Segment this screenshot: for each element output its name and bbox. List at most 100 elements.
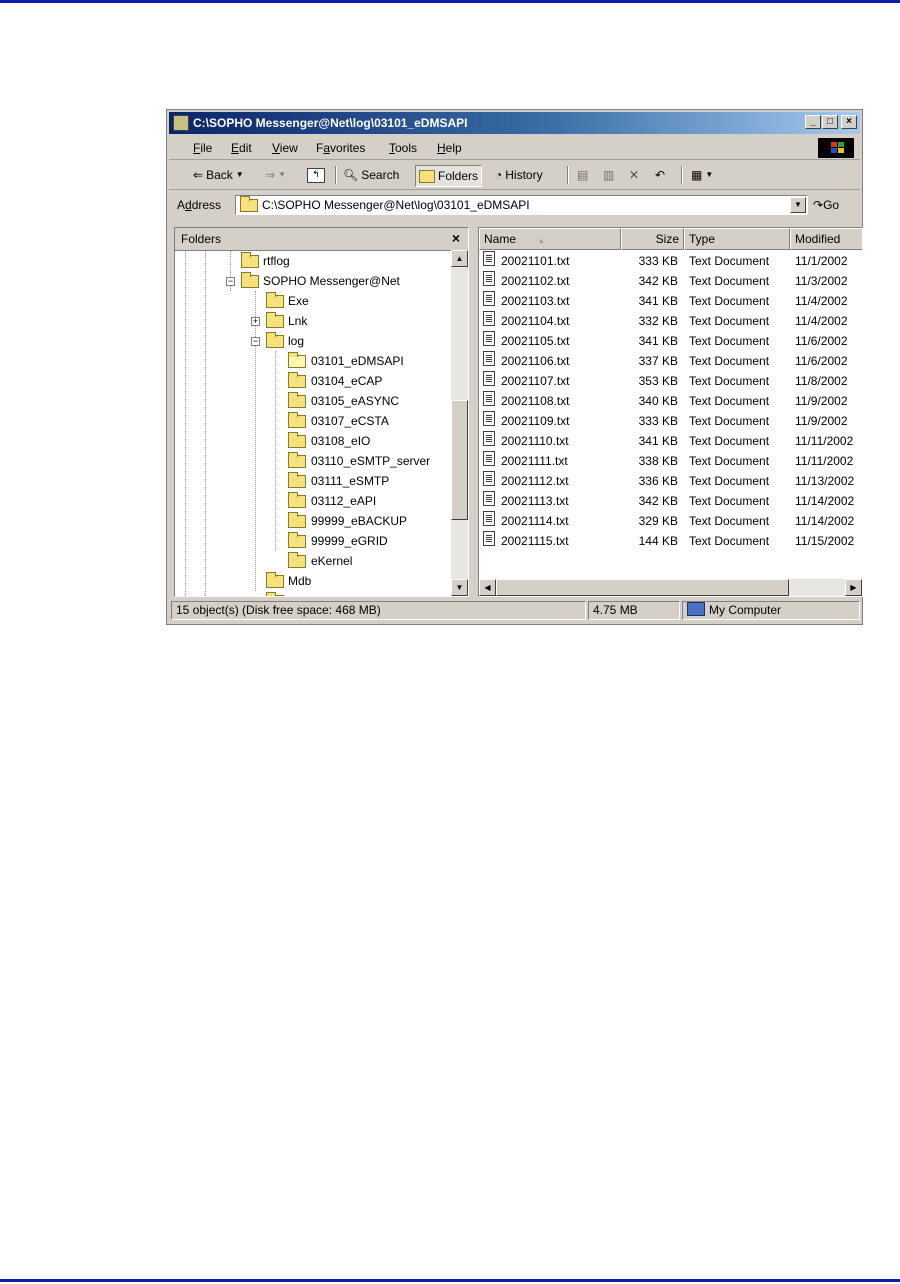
file-row[interactable]: 20021114.txt 329 KB Text Document 11/14/200…	[479, 511, 862, 531]
tree-item-03104-ecap[interactable]: 03104_eCAP	[175, 371, 452, 391]
file-row[interactable]: 20021102.txt 342 KB Text Document 11/3/2002	[479, 271, 862, 291]
maximize-button[interactable]: □	[822, 115, 838, 129]
file-modified: 11/15/2002	[795, 534, 855, 548]
file-row[interactable]: 20021106.txt 337 KB Text Document 11/6/2002	[479, 351, 862, 371]
file-row[interactable]: 20021112.txt 336 KB Text Document 11/13/200…	[479, 471, 862, 491]
close-window-button[interactable]: ×	[841, 115, 857, 129]
folders-vertical-scrollbar[interactable]: ▲ ▼	[451, 250, 468, 596]
open-folder-icon	[288, 352, 306, 368]
collapse-expander-icon[interactable]: −	[226, 277, 235, 286]
forward-button[interactable]: ⇒ ▼	[265, 165, 286, 185]
file-name: 20021114.txt	[501, 514, 569, 528]
collapse-expander-icon[interactable]: −	[251, 337, 260, 346]
tree-item-lnk[interactable]: + Lnk	[175, 311, 452, 331]
minimize-button[interactable]: _	[805, 115, 821, 129]
views-icon: ▦	[691, 168, 703, 182]
tree-item-exe[interactable]: Exe	[175, 291, 452, 311]
file-row[interactable]: 20021109.txt 333 KB Text Document 11/9/2002	[479, 411, 862, 431]
tree-item-mdbbackup[interactable]: mdbbackup	[175, 591, 452, 596]
file-row[interactable]: 20021105.txt 341 KB Text Document 11/6/2002	[479, 331, 862, 351]
tree-item-03101-edmsapi[interactable]: 03101_eDMSAPI	[175, 351, 452, 371]
views-button[interactable]: ▦ ▼	[691, 165, 713, 185]
file-row[interactable]: 20021111.txt 338 KB Text Document 11/11/200…	[479, 451, 862, 471]
tree-item-03112-eapi[interactable]: 03112_eAPI	[175, 491, 452, 511]
scroll-right-icon[interactable]: ▶	[845, 579, 862, 596]
history-button[interactable]: ◔ History	[495, 165, 543, 185]
folder-icon	[288, 492, 306, 508]
tree-item-03107-ecsta[interactable]: 03107_eCSTA	[175, 411, 452, 431]
folder-icon	[288, 512, 306, 528]
text-document-icon	[483, 351, 495, 366]
menu-favorites[interactable]: Favorites	[316, 141, 365, 155]
go-button[interactable]: ↷Go	[813, 198, 839, 212]
file-type: Text Document	[689, 474, 770, 488]
file-size: 342 KB	[638, 494, 678, 508]
file-row[interactable]: 20021104.txt 332 KB Text Document 11/4/2002	[479, 311, 862, 331]
tree-item-mdb[interactable]: Mdb	[175, 571, 452, 591]
tree-item-03105-easync[interactable]: 03105_eASYNC	[175, 391, 452, 411]
address-input[interactable]: C:\SOPHO Messenger@Net\log\03101_eDMSAPI…	[235, 195, 808, 215]
text-document-icon	[483, 411, 495, 426]
forward-dropdown-icon[interactable]: ▼	[278, 165, 286, 185]
address-dropdown-icon[interactable]: ▼	[790, 197, 806, 213]
scroll-thumb[interactable]	[451, 400, 468, 520]
tree-item-99999-ebackup[interactable]: 99999_eBACKUP	[175, 511, 452, 531]
views-dropdown-icon[interactable]: ▼	[705, 165, 713, 185]
file-row[interactable]: 20021115.txt 144 KB Text Document 11/15/200…	[479, 531, 862, 551]
file-size: 333 KB	[638, 414, 678, 428]
tree-item-rtflog[interactable]: rtflog	[175, 251, 452, 271]
file-row[interactable]: 20021113.txt 342 KB Text Document 11/14/200…	[479, 491, 862, 511]
column-header-type[interactable]: Type	[684, 228, 790, 250]
folders-button[interactable]: Folders	[415, 165, 483, 187]
tree-item-ekernel[interactable]: eKernel	[175, 551, 452, 571]
file-modified: 11/1/2002	[795, 254, 848, 268]
file-row[interactable]: 20021107.txt 353 KB Text Document 11/8/2002	[479, 371, 862, 391]
copy-to-button[interactable]: ▥	[603, 165, 614, 185]
title-bar[interactable]: C:\SOPHO Messenger@Net\log\03101_eDMSAPI…	[169, 112, 860, 134]
file-row[interactable]: 20021110.txt 341 KB Text Document 11/11/200…	[479, 431, 862, 451]
menu-file[interactable]: File	[193, 141, 212, 155]
file-row[interactable]: 20021101.txt 333 KB Text Document 11/1/2002	[479, 251, 862, 271]
file-row[interactable]: 20021103.txt 341 KB Text Document 11/4/2002	[479, 291, 862, 311]
expand-expander-icon[interactable]: +	[251, 317, 260, 326]
scroll-down-icon[interactable]: ▼	[451, 579, 468, 596]
tree-item-99999-egrid[interactable]: 99999_eGRID	[175, 531, 452, 551]
search-button[interactable]: 🔍︎ Search	[343, 165, 399, 185]
undo-icon: ↶	[655, 168, 666, 182]
scroll-thumb[interactable]	[496, 579, 789, 596]
folders-pane-close-icon[interactable]: ×	[452, 230, 460, 246]
menu-tools[interactable]: Tools	[389, 141, 417, 155]
file-name: 20021104.txt	[501, 314, 570, 328]
column-header-size[interactable]: Size	[621, 228, 684, 250]
file-list-horizontal-scrollbar[interactable]: ◀ ▶	[479, 579, 862, 596]
scroll-left-icon[interactable]: ◀	[479, 579, 496, 596]
back-dropdown-icon[interactable]: ▼	[236, 165, 244, 185]
tree-item-log[interactable]: − log	[175, 331, 452, 351]
menu-help[interactable]: Help	[437, 141, 462, 155]
file-modified: 11/11/2002	[795, 434, 854, 448]
file-type: Text Document	[689, 374, 770, 388]
file-name: 20021112.txt	[501, 474, 569, 488]
menu-view[interactable]: View	[272, 141, 298, 155]
tree-item-03108-eio[interactable]: 03108_eIO	[175, 431, 452, 451]
up-folder-button[interactable]: ↰	[307, 165, 325, 185]
scroll-up-icon[interactable]: ▲	[451, 250, 468, 267]
tree-item-sopho-messenger[interactable]: − SOPHO Messenger@Net	[175, 271, 452, 291]
menu-edit[interactable]: Edit	[231, 141, 252, 155]
toolbar-separator	[335, 166, 337, 184]
undo-button[interactable]: ↶	[655, 165, 665, 185]
forward-arrow-icon: ⇒	[265, 168, 276, 182]
back-button[interactable]: ⇐ Back ▼	[193, 165, 244, 185]
delete-button[interactable]: ✕	[629, 165, 639, 185]
explorer-window-icon[interactable]	[173, 115, 189, 131]
column-header-name[interactable]: Name ▲	[479, 228, 621, 250]
file-size: 340 KB	[638, 394, 678, 408]
move-to-button[interactable]: ▤	[577, 165, 588, 185]
tree-item-03111-esmtp[interactable]: 03111_eSMTP	[175, 471, 452, 491]
column-header-modified[interactable]: Modified	[790, 228, 862, 250]
text-document-icon	[483, 531, 495, 546]
file-size: 337 KB	[638, 354, 678, 368]
tree-item-03110-esmtp-server[interactable]: 03110_eSMTP_server	[175, 451, 452, 471]
file-type: Text Document	[689, 274, 770, 288]
file-row[interactable]: 20021108.txt 340 KB Text Document 11/9/2002	[479, 391, 862, 411]
